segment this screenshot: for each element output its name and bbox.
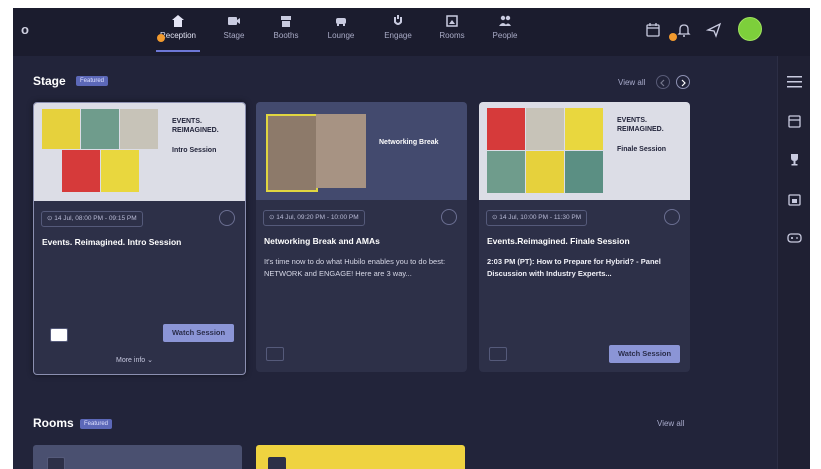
session-logo (266, 347, 284, 361)
featured-badge: Featured (76, 76, 109, 86)
calendar-icon[interactable] (645, 22, 661, 38)
session-description: It's time now to do what Hubilo enables … (264, 257, 446, 278)
thumb-line1: EVENTS. (617, 117, 647, 124)
session-logo (489, 347, 507, 361)
room-logo (47, 457, 65, 469)
thumb-line1: EVENTS. (172, 118, 202, 125)
session-time: ⊙ 14 Jul, 10:00 PM - 11:30 PM (486, 210, 588, 226)
thumb-line2: REIMAGINED. (617, 126, 664, 133)
nav-label: Rooms (439, 31, 465, 40)
nav-label: People (492, 31, 518, 40)
nav-people[interactable]: People (488, 14, 522, 54)
session-thumbnail: Networking Break (256, 102, 467, 200)
watch-session-button[interactable]: Watch Session (609, 345, 681, 363)
room-logo (268, 457, 286, 469)
session-card[interactable]: EVENTS. REIMAGINED. Finale Session ⊙ 14 … (479, 102, 690, 372)
nav-label: Engage (384, 31, 412, 40)
nav-label: Stage (223, 31, 245, 40)
gamepad-icon[interactable] (787, 230, 802, 245)
top-navigation-bar: o Reception Stage Booths Lounge Engage R… (13, 8, 810, 56)
thumb-session: Finale Session (617, 146, 667, 153)
session-logo (50, 328, 68, 342)
nav-stage[interactable]: Stage (218, 14, 250, 54)
nav-rooms[interactable]: Rooms (436, 14, 468, 54)
avatar[interactable] (738, 17, 762, 41)
add-to-calendar-button[interactable] (219, 210, 235, 226)
send-icon[interactable] (706, 22, 722, 38)
stage-section-title: Stage (33, 74, 66, 88)
nav-engage[interactable]: Engage (380, 14, 416, 54)
session-time: ⊙ 14 Jul, 09:20 PM - 10:00 PM (263, 210, 365, 226)
chevron-right-icon (681, 79, 686, 87)
watch-session-button[interactable]: Watch Session (163, 324, 235, 342)
lounge-icon (336, 18, 346, 26)
more-info-link[interactable]: More info ⌄ (116, 356, 153, 364)
rooms-view-all-link[interactable]: View all (657, 419, 684, 428)
home-icon (172, 15, 184, 27)
people-icon (499, 15, 511, 26)
rooms-icon (446, 15, 458, 27)
nav-label: Reception (159, 31, 197, 40)
chevron-left-icon (660, 79, 665, 87)
booth-icon (281, 16, 291, 27)
thumb-line2: REIMAGINED. (172, 127, 219, 134)
rooms-section-title: Rooms (33, 416, 74, 430)
session-title: Events. Reimagined. Intro Session (42, 237, 182, 247)
nav-label: Lounge (327, 31, 355, 40)
video-icon (228, 17, 240, 25)
stage-view-all-link[interactable]: View all (618, 78, 645, 87)
menu-icon[interactable] (787, 74, 802, 89)
add-to-calendar-button[interactable] (664, 209, 680, 225)
notification-dot (669, 33, 677, 41)
engage-icon (394, 15, 402, 25)
thumb-session: Intro Session (172, 147, 217, 154)
session-time: ⊙ 14 Jul, 08:00 PM - 09:15 PM (41, 211, 143, 227)
trophy-icon[interactable] (787, 152, 802, 167)
app-window: o Reception Stage Booths Lounge Engage R… (13, 8, 810, 469)
session-thumbnail: EVENTS. REIMAGINED. Finale Session (479, 102, 690, 200)
logo: o (21, 22, 29, 37)
notification-dot (157, 34, 165, 42)
session-description: 2:03 PM (PT): How to Prepare for Hybrid?… (487, 257, 661, 278)
nav-lounge[interactable]: Lounge (321, 14, 361, 54)
featured-badge: Featured (80, 419, 113, 429)
bell-icon[interactable] (676, 22, 692, 38)
add-to-calendar-button[interactable] (441, 209, 457, 225)
prev-button[interactable] (656, 75, 670, 89)
calendar-icon[interactable] (787, 192, 802, 207)
nav-booths[interactable]: Booths (269, 14, 303, 54)
room-card[interactable] (256, 445, 465, 469)
room-card[interactable] (33, 445, 242, 469)
session-title: Networking Break and AMAs (264, 236, 380, 246)
next-button[interactable] (676, 75, 690, 89)
thumb-text: Networking Break (379, 139, 439, 146)
session-card[interactable]: EVENTS. REIMAGINED. Intro Session ⊙ 14 J… (33, 102, 246, 375)
session-title: Events.Reimagined. Finale Session (487, 236, 630, 246)
right-sidebar (777, 56, 810, 469)
nav-label: Booths (273, 31, 299, 40)
booth-icon[interactable] (787, 114, 802, 129)
session-card[interactable]: Networking Break ⊙ 14 Jul, 09:20 PM - 10… (256, 102, 467, 372)
session-thumbnail: EVENTS. REIMAGINED. Intro Session (34, 103, 245, 201)
